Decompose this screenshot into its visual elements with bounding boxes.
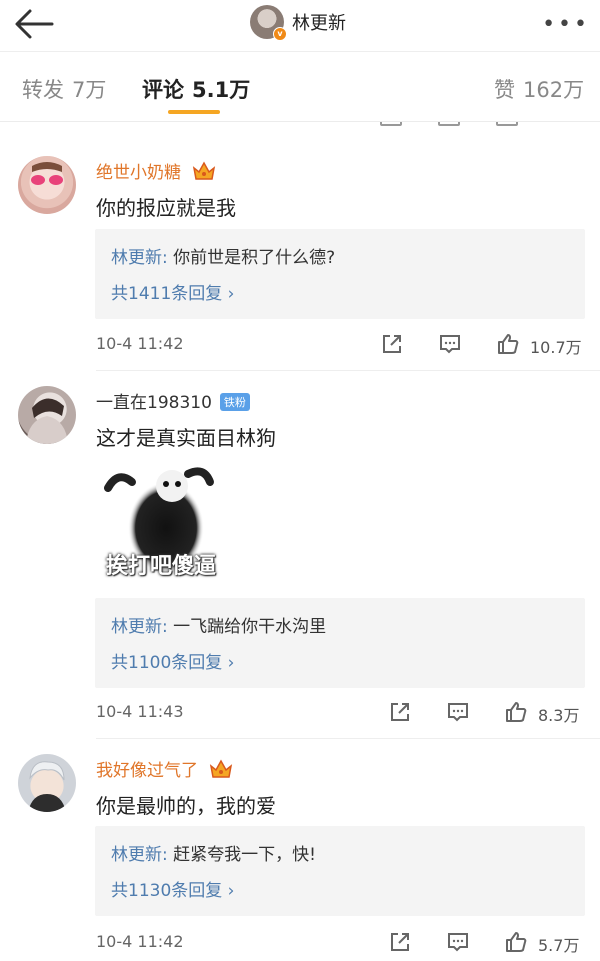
reply-line: 林更新: 你前世是积了什么德? — [111, 243, 335, 268]
reply-line: 林更新: 一飞踹给你干水沟里 — [111, 612, 326, 637]
username-text: 绝世小奶糖 — [96, 163, 181, 183]
avatar[interactable] — [18, 754, 76, 812]
share-icon[interactable] — [380, 332, 404, 356]
more-icon[interactable]: ••• — [542, 12, 590, 37]
like-icon — [496, 122, 518, 126]
reply-preview[interactable]: 林更新: 一飞踹给你干水沟里 共1100条回复 › — [95, 598, 585, 688]
crown-icon — [210, 759, 233, 778]
top-bar: v 林更新 ••• — [0, 0, 600, 52]
share-icon[interactable] — [388, 700, 412, 724]
reply-count-link[interactable]: 共1411条回复 › — [111, 279, 234, 304]
reply-count-link[interactable]: 共1100条回复 › — [111, 648, 234, 673]
verified-icon: v — [273, 27, 287, 41]
share-icon[interactable] — [388, 930, 412, 954]
comment-text: 这才是真实面目林狗 — [96, 426, 276, 450]
tab-label: 评论 — [142, 78, 184, 102]
reply-text: 一飞踹给你干水沟里 — [173, 617, 327, 637]
comment-item: 一直在198310 铁粉 这才是真实面目林狗 挨打吧傻逼 林更新: 一飞踹给你干水… — [0, 380, 600, 740]
tab-label: 赞 — [494, 78, 515, 102]
divider — [96, 738, 600, 739]
comment-icon — [438, 122, 460, 126]
active-tab-indicator — [168, 110, 220, 114]
comment-text: 你的报应就是我 — [96, 196, 236, 220]
page-title: 林更新 — [292, 13, 346, 34]
reply-preview[interactable]: 林更新: 赶紧夸我一下，快! 共1130条回复 › — [95, 826, 585, 916]
like-icon[interactable] — [496, 332, 520, 356]
reply-author[interactable]: 林更新: — [111, 617, 168, 637]
like-icon[interactable] — [504, 930, 528, 954]
avatar[interactable]: v — [250, 5, 287, 41]
avatar[interactable] — [18, 156, 76, 214]
reply-preview[interactable]: 林更新: 你前世是积了什么德? 共1411条回复 › — [95, 229, 585, 319]
comment-icon[interactable] — [446, 930, 470, 954]
share-icon — [380, 122, 402, 126]
like-icon[interactable] — [504, 700, 528, 724]
reply-count-link[interactable]: 共1130条回复 › — [111, 876, 234, 901]
comment-text: 你是最帅的，我的爱 — [96, 794, 276, 818]
tab-comments[interactable]: 评论 5.1万 — [142, 74, 250, 104]
sticker-caption: 挨打吧傻逼 — [106, 554, 217, 579]
like-count: 10.7万 — [530, 338, 582, 357]
tab-count: 162万 — [523, 78, 585, 102]
comment-item: 我好像过气了 你是最帅的，我的爱 林更新: 赶紧夸我一下，快! 共1130条回复… — [0, 748, 600, 961]
username-text: 一直在198310 — [96, 393, 212, 413]
fan-badge: 铁粉 — [219, 393, 250, 411]
like-count: 8.3万 — [538, 706, 580, 725]
reply-author[interactable]: 林更新: — [111, 248, 168, 268]
username[interactable]: 我好像过气了 — [96, 756, 233, 781]
tab-likes[interactable]: 赞 162万 — [494, 74, 584, 104]
tab-reposts[interactable]: 转发 7万 — [22, 74, 106, 104]
tab-count: 7万 — [72, 78, 107, 102]
username[interactable]: 一直在198310 铁粉 — [96, 388, 250, 413]
username[interactable]: 绝世小奶糖 — [96, 158, 216, 183]
tab-bar: 转发 7万 评论 5.1万 赞 162万 — [0, 52, 600, 122]
username-text: 我好像过气了 — [96, 761, 198, 781]
like-count: 5.7万 — [538, 936, 580, 955]
comment-icon[interactable] — [438, 332, 462, 356]
tab-label: 转发 — [22, 78, 64, 102]
divider — [96, 370, 600, 371]
avatar[interactable] — [18, 386, 76, 444]
crown-icon — [193, 161, 216, 180]
back-arrow-icon[interactable] — [12, 6, 56, 42]
comment-time: 10-4 11:42 — [96, 932, 184, 951]
reply-line: 林更新: 赶紧夸我一下，快! — [111, 840, 316, 865]
comment-time: 10-4 11:42 — [96, 334, 184, 353]
comment-item: 绝世小奶糖 你的报应就是我 林更新: 你前世是积了什么德? 共1411条回复 ›… — [0, 150, 600, 371]
tab-count: 5.1万 — [192, 78, 251, 102]
comment-icon[interactable] — [446, 700, 470, 724]
reply-text: 你前世是积了什么德? — [173, 248, 336, 268]
reply-text: 赶紧夸我一下，快! — [173, 845, 316, 865]
comment-time: 10-4 11:43 — [96, 702, 184, 721]
partial-action-row — [0, 122, 600, 132]
reply-author[interactable]: 林更新: — [111, 845, 168, 865]
header-user[interactable]: v 林更新 — [250, 2, 346, 42]
